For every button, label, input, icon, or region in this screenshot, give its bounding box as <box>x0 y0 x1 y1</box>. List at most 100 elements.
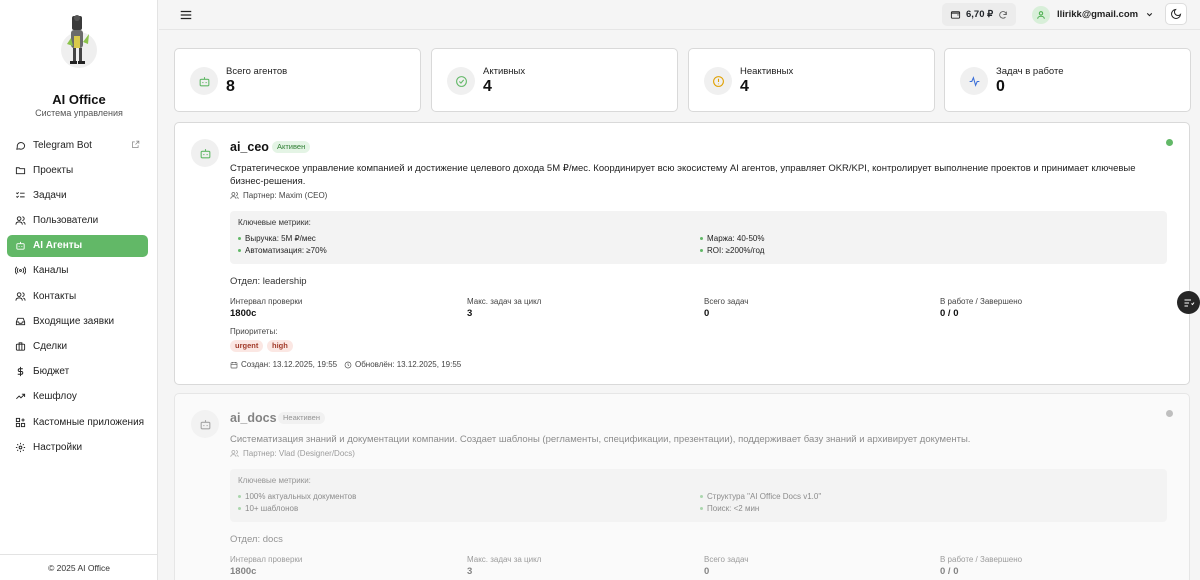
field-label: Интервал проверки <box>230 297 303 306</box>
sidebar-item-label: Настройки <box>33 441 83 453</box>
chevron-down-icon <box>1146 12 1153 17</box>
sidebar-item-label: Каналы <box>33 265 69 277</box>
metric-item: Выручка: 5М ₽/мес <box>238 234 316 243</box>
brand-title: AI Office <box>52 92 106 107</box>
updated-date: Обновлён: 13.12.2025, 19:55 <box>344 360 461 369</box>
sidebar-item-settings[interactable]: Настройки <box>7 436 148 458</box>
balance-widget[interactable]: 6,70 ₽ <box>942 3 1016 26</box>
list-filter-icon <box>1184 299 1194 306</box>
avatar <box>1032 5 1050 24</box>
menu-icon[interactable] <box>179 8 193 22</box>
sidebar-item-budget[interactable]: Бюджет <box>7 361 148 383</box>
field-label: Макс. задач за цикл <box>467 555 542 564</box>
bot-icon <box>16 242 25 250</box>
users-icon <box>230 192 239 199</box>
field-value: 0 <box>704 308 710 319</box>
agent-description: Систематизация знаний и документации ком… <box>230 434 971 445</box>
sidebar-item-label: Кешфлоу <box>33 391 77 403</box>
field-value: 0 / 0 <box>940 566 959 577</box>
trend-up-icon <box>16 394 26 400</box>
metric-item: 100% актуальных документов <box>238 492 356 501</box>
sidebar-item-channels[interactable]: Каналы <box>7 260 148 282</box>
priorities-label: Приоритеты: <box>230 327 278 336</box>
sidebar-item-label: AI Агенты <box>33 240 83 252</box>
users-icon <box>15 216 26 225</box>
metric-item: Маржа: 40-50% <box>700 234 764 243</box>
field-value: 1800с <box>230 566 257 577</box>
created-date: Создан: 13.12.2025, 19:55 <box>230 360 337 369</box>
sidebar-item-contacts[interactable]: Контакты <box>7 285 148 307</box>
metric-item: Поиск: <2 мин <box>700 504 759 513</box>
theme-toggle-button[interactable] <box>1165 3 1187 25</box>
status-indicator <box>1166 410 1173 417</box>
stat-card-active: Активных 4 <box>431 48 678 112</box>
stat-card-total-agents: Всего агентов 8 <box>174 48 421 112</box>
briefcase-icon <box>15 342 26 351</box>
status-badge: Неактивен <box>278 412 325 424</box>
moon-icon <box>1171 8 1182 19</box>
created-text: Создан: 13.12.2025, 19:55 <box>241 360 338 369</box>
updated-text: Обновлён: 13.12.2025, 19:55 <box>355 360 462 369</box>
bot-icon <box>199 76 209 86</box>
metric-item: Структура "AI Office Docs v1.0" <box>700 492 821 501</box>
users-icon <box>230 450 239 457</box>
wallet-icon <box>950 11 961 19</box>
alert-circle-icon <box>712 75 724 87</box>
sidebar-nav: Telegram Bot Проекты Задачи Пользователи… <box>7 134 148 461</box>
floating-action-button[interactable] <box>1177 291 1200 314</box>
sidebar-item-custom-apps[interactable]: Кастомные приложения <box>7 411 148 433</box>
field-value: 3 <box>467 566 473 577</box>
folder-icon <box>15 166 26 174</box>
sidebar-item-tasks[interactable]: Задачи <box>7 184 148 206</box>
sidebar-item-label: Контакты <box>33 290 77 302</box>
sidebar-item-deals[interactable]: Сделки <box>7 336 148 358</box>
user-menu[interactable]: llirikk@gmail.com <box>1032 3 1154 26</box>
field-value: 0 / 0 <box>940 308 959 319</box>
metrics-title: Ключевые метрики: <box>238 476 311 485</box>
sidebar-item-projects[interactable]: Проекты <box>7 159 148 181</box>
user-email: llirikk@gmail.com <box>1057 9 1139 20</box>
contacts-icon <box>15 292 26 301</box>
topbar: 6,70 ₽ llirikk@gmail.com <box>159 0 1200 30</box>
sidebar-item-cashflow[interactable]: Кешфлоу <box>7 386 148 408</box>
field-label: Макс. задач за цикл <box>467 297 542 306</box>
sidebar-item-label: Кастомные приложения <box>33 416 145 428</box>
sidebar-item-ai-agents[interactable]: AI Агенты <box>7 234 148 257</box>
field-label: Интервал проверки <box>230 555 303 564</box>
field-value: 1800с <box>230 308 257 319</box>
gear-icon <box>15 442 26 452</box>
sidebar-item-label: Telegram Bot <box>33 139 92 151</box>
status-indicator <box>1166 139 1173 146</box>
metric-item: Автоматизация: ≥70% <box>238 246 327 255</box>
external-link-icon <box>132 140 140 148</box>
agent-card-ai-ceo[interactable]: ai_ceo Активен Стратегическое управление… <box>174 122 1190 385</box>
metrics-title: Ключевые метрики: <box>238 218 311 227</box>
list-checks-icon <box>16 191 25 198</box>
bot-icon <box>200 419 210 429</box>
sidebar-item-telegram-bot[interactable]: Telegram Bot <box>7 134 148 156</box>
bot-icon <box>200 148 210 158</box>
priority-tag: urgent <box>230 340 264 352</box>
stat-label: Активных <box>483 66 526 77</box>
sidebar-item-label: Бюджет <box>33 366 70 378</box>
field-label: Всего задач <box>704 555 749 564</box>
status-badge: Активен <box>272 141 311 153</box>
stat-label: Неактивных <box>740 66 794 77</box>
refresh-icon[interactable] <box>998 10 1008 20</box>
stat-value: 4 <box>740 78 749 95</box>
stat-value: 0 <box>996 78 1005 95</box>
agent-partner: Партнер: Maxim (CEO) <box>230 191 327 200</box>
sidebar-footer: © 2025 AI Office <box>0 554 158 580</box>
stat-label: Всего агентов <box>226 66 288 77</box>
clock-icon <box>344 361 352 368</box>
agent-card-ai-docs[interactable]: ai_docs Неактивен Систематизация знаний … <box>174 393 1190 580</box>
check-circle-icon <box>455 75 467 87</box>
agent-department: Отдел: docs <box>230 534 283 545</box>
sidebar-item-users[interactable]: Пользователи <box>7 210 148 232</box>
partner-text: Партнер: Maxim (CEO) <box>243 191 328 200</box>
sidebar-item-incoming-requests[interactable]: Входящие заявки <box>7 310 148 332</box>
agent-description: Стратегическое управление компанией и до… <box>230 163 1136 187</box>
stat-card-inactive: Неактивных 4 <box>688 48 935 112</box>
metrics-panel: Ключевые метрики: 100% актуальных докуме… <box>230 469 1167 522</box>
agent-name: ai_ceo <box>230 140 269 154</box>
